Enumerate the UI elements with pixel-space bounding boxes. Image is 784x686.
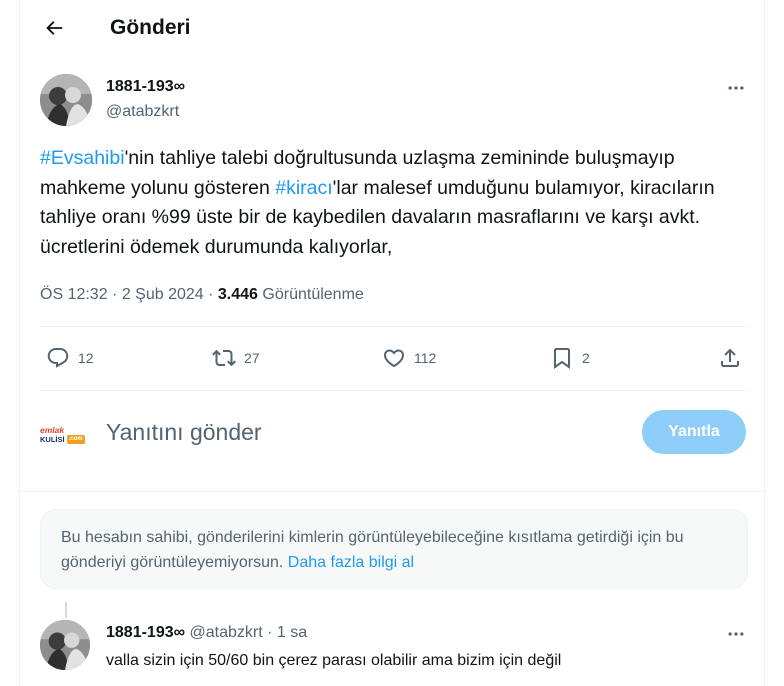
bookmark-count: 2	[582, 350, 590, 366]
restriction-notice: Bu hesabın sahibi, gönderilerini kimleri…	[40, 509, 748, 589]
more-dots-icon	[728, 86, 744, 90]
hashtag-evsahibi[interactable]: #Evsahibi	[40, 147, 125, 169]
divider	[40, 390, 748, 391]
views-label: Görüntülenme	[262, 286, 364, 303]
reply-button[interactable]: 12	[46, 340, 94, 376]
back-arrow-icon	[46, 21, 63, 35]
divider	[40, 326, 748, 327]
logo-text-kulisi: KULİSİ	[40, 434, 65, 444]
tweet-time[interactable]: ÖS 12:32	[40, 286, 108, 303]
hashtag-kiraci[interactable]: #kiracı	[275, 177, 332, 199]
repost-button[interactable]: 27	[212, 340, 260, 376]
reply-text: valla sizin için 50/60 bin çerez parası …	[106, 652, 562, 669]
learn-more-link[interactable]: Daha fazla bilgi al	[288, 554, 414, 571]
bookmark-button[interactable]: 2	[550, 340, 590, 376]
logo-text-bottom: KULİSİ .com	[40, 434, 88, 444]
share-button[interactable]	[718, 340, 742, 376]
more-options-button[interactable]	[724, 76, 748, 100]
reply-header: 1881-193∞ @atabzkrt · 1 sa	[106, 624, 307, 642]
reply-author-name[interactable]: 1881-193∞	[106, 624, 185, 641]
divider	[20, 491, 764, 492]
reply-tweet[interactable]: 1881-193∞ @atabzkrt · 1 sa valla sizin i…	[40, 620, 748, 686]
right-border	[764, 0, 765, 686]
share-icon	[721, 348, 739, 367]
reply-count: 12	[78, 350, 94, 366]
reply-author-avatar[interactable]	[40, 620, 90, 670]
reply-icon	[47, 348, 69, 368]
emlak-kulisi-logo: emlak KULİSİ .com	[40, 414, 88, 454]
like-button[interactable]: 112	[382, 340, 436, 376]
reply-input[interactable]: Yanıtını gönder	[106, 419, 262, 446]
tweet-meta: ÖS 12:32 · 2 Şub 2024 · 3.446 Görüntülen…	[40, 286, 364, 303]
page-title: Gönderi	[110, 16, 191, 39]
author-name[interactable]: 1881-193∞	[106, 78, 185, 96]
tweet-date[interactable]: 2 Şub 2024	[122, 286, 204, 303]
logo-text-top: emlak	[40, 424, 65, 435]
reply-composer: emlak KULİSİ .com Yanıtını gönder Yanıtla	[40, 410, 748, 458]
repost-icon	[212, 349, 236, 367]
left-border	[19, 0, 20, 686]
view-count: 3.446	[217, 286, 258, 303]
logo-badge: .com	[66, 434, 85, 444]
separator-dot: ·	[267, 624, 273, 641]
tweet-text: #Evsahibi'nin tahliye talebi doğrultusun…	[40, 144, 750, 262]
page-header: Gönderi	[20, 0, 764, 56]
bookmark-icon	[554, 348, 570, 369]
reply-time[interactable]: 1 sa	[277, 624, 307, 641]
like-count: 112	[414, 350, 437, 366]
author-avatar[interactable]	[40, 74, 92, 126]
tweet-actions: 12 27 112 2	[40, 340, 748, 376]
reply-more-button[interactable]	[724, 622, 748, 646]
back-button[interactable]	[36, 10, 72, 46]
reply-author-handle[interactable]: @atabzkrt	[189, 624, 262, 641]
heart-icon	[383, 349, 405, 368]
reply-submit-button[interactable]: Yanıtla	[642, 410, 746, 454]
tweet-author: 1881-193∞ @atabzkrt	[40, 74, 748, 126]
repost-count: 27	[244, 350, 260, 366]
thread-connector	[65, 602, 67, 618]
author-handle[interactable]: @atabzkrt	[106, 103, 179, 121]
more-dots-icon	[728, 632, 744, 636]
